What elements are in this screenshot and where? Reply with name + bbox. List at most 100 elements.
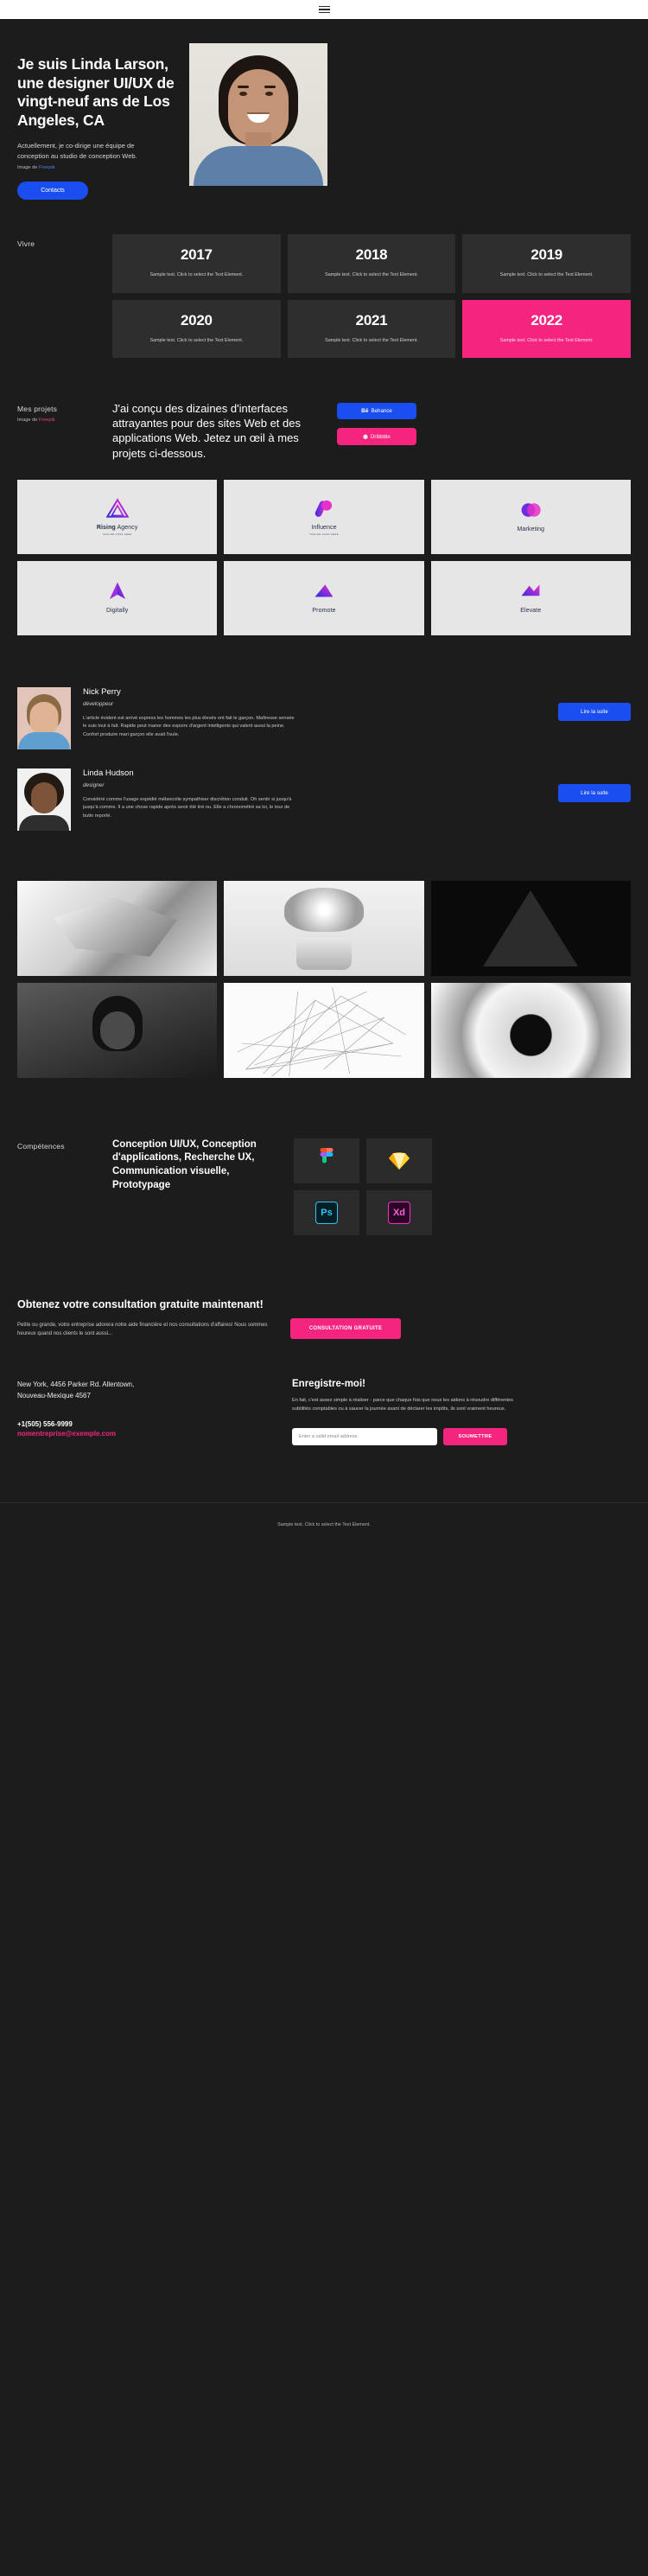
member-name: Nick Perry bbox=[83, 686, 121, 697]
social-buttons: Bē Behance ◉ Dribbble bbox=[337, 401, 416, 461]
gallery-image[interactable] bbox=[17, 880, 218, 976]
project-card[interactable]: Influence TAGLINE GOES HERE bbox=[224, 479, 424, 554]
project-name: Elevate bbox=[520, 607, 542, 614]
year-text: Sample text. Click to select the Text El… bbox=[325, 272, 418, 278]
figma-icon bbox=[320, 1147, 334, 1164]
wireframe-lines-icon bbox=[237, 986, 407, 1076]
avatar bbox=[17, 768, 71, 831]
credit-prefix: Image de bbox=[17, 165, 39, 171]
behance-icon: Bē bbox=[361, 408, 369, 415]
contact-section: New York, 4456 Parker Rd. Allentown, Nou… bbox=[0, 1339, 648, 1446]
top-bar bbox=[0, 0, 648, 19]
year-card[interactable]: 2018 Sample text. Click to select the Te… bbox=[287, 234, 456, 293]
projects-section-header: Mes projets Image de Freepik J'ai conçu … bbox=[0, 358, 648, 461]
member-bio: Considéré comme l'usage expédié mélancol… bbox=[83, 796, 292, 819]
avatar bbox=[17, 686, 71, 749]
vivre-section: Vivre 2017 Sample text. Click to select … bbox=[0, 200, 648, 359]
cta-content: Obtenez votre consultation gratuite main… bbox=[17, 1298, 276, 1339]
tool-sketch[interactable] bbox=[366, 1138, 432, 1183]
freepik-link[interactable]: Freepik bbox=[39, 418, 55, 423]
email-address[interactable]: nomentreprise@exemple.com bbox=[17, 1430, 276, 1438]
tool-photoshop[interactable]: Ps bbox=[294, 1189, 359, 1235]
year-card-highlighted[interactable]: 2022 Sample text. Click to select the Te… bbox=[462, 299, 631, 359]
year-text: Sample text. Click to select the Text El… bbox=[499, 272, 594, 278]
rising-agency-logo-icon bbox=[105, 498, 129, 518]
project-card[interactable]: Promote bbox=[224, 560, 424, 635]
gallery-image[interactable] bbox=[224, 880, 424, 976]
years-grid: 2017 Sample text. Click to select the Te… bbox=[112, 234, 631, 359]
footer: Sample text. Click to select the Text El… bbox=[0, 1502, 648, 1543]
cta-section: Obtenez votre consultation gratuite main… bbox=[0, 1235, 648, 1339]
freepik-link[interactable]: Freepik bbox=[39, 165, 55, 170]
gallery-image[interactable] bbox=[17, 982, 218, 1078]
year-card[interactable]: 2020 Sample text. Click to select the Te… bbox=[112, 299, 281, 359]
cta-text: Petite ou grande, votre entreprise adore… bbox=[17, 1322, 268, 1337]
year-number: 2019 bbox=[530, 246, 562, 264]
tools-grid: Ps Xd bbox=[294, 1138, 432, 1235]
skills-heading: Conception UI/UX, Conception d'applicati… bbox=[112, 1138, 257, 1190]
project-name: Influence bbox=[311, 525, 337, 532]
tool-figma[interactable] bbox=[294, 1138, 359, 1183]
contacts-button[interactable]: Contacts bbox=[17, 182, 88, 201]
project-card[interactable]: Digitally bbox=[17, 560, 218, 635]
gallery-image[interactable] bbox=[430, 982, 631, 1078]
newsletter-form: SOUMETTRE bbox=[292, 1428, 631, 1446]
hero-content: Je suis Linda Larson, une designer UI/UX… bbox=[17, 43, 177, 201]
year-number: 2021 bbox=[355, 311, 388, 328]
member-bio: L'article évident est arrivé express les… bbox=[83, 715, 295, 737]
free-consultation-button[interactable]: CONSULTATION GRATUITE bbox=[290, 1317, 401, 1339]
hero-image-credit: Image de Freepik bbox=[17, 165, 177, 170]
phone-number[interactable]: +1(505) 556-9999 bbox=[17, 1420, 276, 1428]
project-tagline: TAGLINE GOES HERE bbox=[102, 533, 132, 537]
gallery-image[interactable] bbox=[430, 880, 631, 976]
year-card[interactable]: 2017 Sample text. Click to select the Te… bbox=[112, 234, 281, 293]
project-card[interactable]: Elevate bbox=[430, 560, 631, 635]
read-more-button[interactable]: Lire la suite bbox=[558, 783, 631, 802]
hero-section: Je suis Linda Larson, une designer UI/UX… bbox=[0, 19, 648, 201]
dribbble-icon: ◉ bbox=[363, 434, 368, 441]
team-section: Nick Perry développeur L'article évident… bbox=[0, 635, 648, 831]
dribbble-button[interactable]: ◉ Dribbble bbox=[337, 428, 416, 446]
member-action: Lire la suite bbox=[558, 768, 631, 802]
project-name: Marketing bbox=[517, 526, 545, 532]
email-input[interactable] bbox=[292, 1428, 437, 1446]
hero-portrait-image bbox=[189, 43, 327, 186]
project-name: Rising Agency bbox=[96, 525, 138, 532]
member-action: Lire la suite bbox=[558, 687, 631, 721]
year-card[interactable]: 2021 Sample text. Click to select the Te… bbox=[287, 299, 456, 359]
member-info: Nick Perry développeur L'article évident… bbox=[83, 687, 295, 740]
member-role: designer bbox=[83, 781, 105, 788]
newsletter-title: Enregistre-moi! bbox=[292, 1378, 365, 1389]
credit-prefix: Image de bbox=[17, 418, 39, 424]
project-card[interactable]: Marketing bbox=[430, 479, 631, 554]
skills-label: Compétences bbox=[17, 1141, 65, 1151]
team-member: Nick Perry développeur L'article évident… bbox=[17, 686, 631, 749]
projects-heading: J'ai conçu des dizaines d'interfaces att… bbox=[112, 402, 301, 460]
hamburger-menu-icon[interactable] bbox=[318, 5, 330, 14]
project-name: Promote bbox=[312, 607, 336, 614]
year-card[interactable]: 2019 Sample text. Click to select the Te… bbox=[462, 234, 631, 293]
year-number: 2020 bbox=[181, 311, 213, 328]
member-role: développeur bbox=[83, 700, 114, 707]
project-card[interactable]: Rising Agency TAGLINE GOES HERE bbox=[17, 479, 218, 554]
tool-adobe-xd[interactable]: Xd bbox=[366, 1189, 432, 1235]
skills-section: Compétences Conception UI/UX, Conception… bbox=[0, 1078, 648, 1235]
behance-button[interactable]: Bē Behance bbox=[337, 403, 416, 420]
footer-text: Sample text. Click to select the Text El… bbox=[277, 1522, 371, 1528]
project-tagline: TAGLINE GOES HERE bbox=[309, 533, 339, 537]
member-name: Linda Hudson bbox=[83, 768, 134, 778]
sketch-icon bbox=[389, 1151, 410, 1170]
page-title: Je suis Linda Larson, une designer UI/UX… bbox=[17, 55, 175, 130]
read-more-button[interactable]: Lire la suite bbox=[558, 702, 631, 721]
submit-button[interactable]: SOUMETTRE bbox=[443, 1428, 507, 1446]
photo-gallery bbox=[0, 831, 648, 1078]
digitally-logo-icon bbox=[109, 582, 125, 599]
year-text: Sample text. Click to select the Text El… bbox=[499, 337, 594, 343]
vivre-label: Vivre bbox=[17, 239, 35, 249]
gallery-image[interactable] bbox=[224, 982, 424, 1078]
elevate-logo-icon bbox=[521, 583, 540, 596]
year-text: Sample text. Click to select the Text El… bbox=[149, 272, 244, 278]
project-name: Digitally bbox=[105, 607, 129, 614]
promote-logo-icon bbox=[314, 583, 334, 597]
member-info: Linda Hudson designer Considéré comme l'… bbox=[83, 768, 295, 821]
